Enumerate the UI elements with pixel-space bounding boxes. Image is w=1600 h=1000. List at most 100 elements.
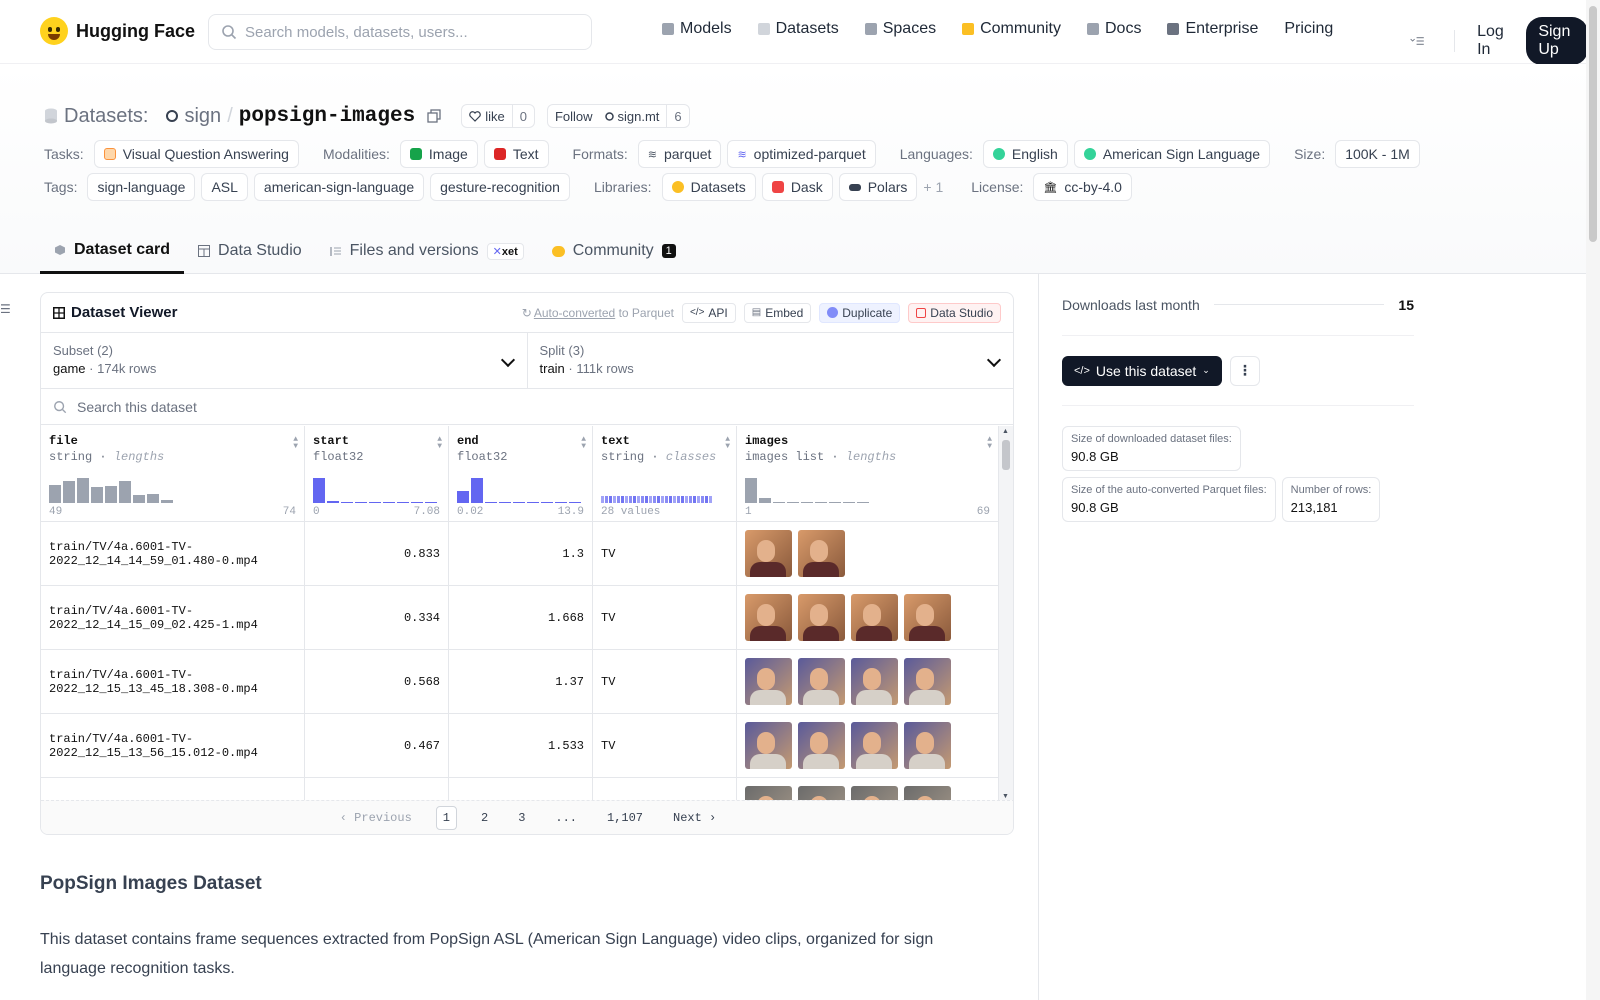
column-header-images[interactable]: images images list · lengths ▲ ▼ 1 69 (737, 426, 999, 521)
cell-start[interactable] (305, 778, 449, 802)
histogram-bar[interactable] (341, 502, 353, 503)
histogram-bar[interactable] (499, 502, 511, 503)
column-histogram[interactable] (457, 475, 581, 503)
library-tag-datasets[interactable]: Datasets (661, 173, 756, 201)
histogram-bar[interactable] (49, 485, 61, 503)
image-thumbnail[interactable] (798, 530, 845, 577)
class-bar[interactable] (637, 496, 640, 503)
class-bar[interactable] (685, 496, 688, 503)
cell-text[interactable] (593, 778, 737, 802)
image-thumbnail[interactable] (851, 722, 898, 769)
copy-icon[interactable] (427, 109, 441, 123)
sort-icon[interactable]: ▲ ▼ (581, 436, 586, 451)
cell-file[interactable]: train/TV/4a.6001-TV-2022_12_14_14_59_01.… (41, 522, 305, 585)
image-thumbnail[interactable] (745, 722, 792, 769)
license-tag[interactable]: 🏛 cc-by-4.0 (1033, 173, 1132, 201)
tab-community[interactable]: Community 1 (538, 228, 690, 274)
cell-text[interactable]: TV (593, 522, 737, 585)
like-button[interactable]: like 0 (461, 104, 535, 128)
modality-tag-image[interactable]: Image (399, 140, 478, 168)
histogram-bar[interactable] (527, 502, 539, 503)
nav-link-pricing[interactable]: Pricing (1284, 20, 1333, 38)
dataset-search-input[interactable] (77, 398, 477, 415)
histogram-bar[interactable] (355, 502, 367, 503)
column-header-text[interactable]: text string · classes ▲ ▼ 28 values (593, 426, 737, 521)
tab-dataset-card[interactable]: Dataset card (40, 228, 185, 274)
histogram-bar[interactable] (105, 486, 117, 503)
histogram-bar[interactable] (369, 502, 381, 503)
nav-link-docs[interactable]: Docs (1087, 20, 1141, 38)
class-bar[interactable] (621, 496, 624, 503)
histogram-bar[interactable] (857, 502, 869, 503)
class-bar[interactable] (641, 496, 644, 503)
table-row[interactable]: train/TV/4a.6001-TV-2022_12_15_13_56_15.… (41, 714, 999, 778)
image-thumbnail[interactable] (798, 658, 845, 705)
page-scrollbar[interactable] (1586, 0, 1600, 1000)
image-thumbnail[interactable] (745, 530, 792, 577)
cell-text[interactable]: TV (593, 650, 737, 713)
table-row[interactable]: train/TV/4a.6001-TV-2022_12_14_15_09_02.… (41, 586, 999, 650)
column-histogram[interactable] (313, 475, 437, 503)
histogram-bar[interactable] (147, 494, 159, 503)
class-bar[interactable] (665, 496, 668, 503)
cell-start[interactable]: 0.334 (305, 586, 449, 649)
histogram-bar[interactable] (843, 502, 855, 503)
histogram-bar[interactable] (787, 502, 799, 503)
cell-images[interactable] (737, 586, 999, 649)
class-bar[interactable] (629, 496, 632, 503)
cell-file[interactable]: train/TV/4a.6001-TV-2022_12_15_13_56_15.… (41, 714, 305, 777)
cell-end[interactable]: 1.37 (449, 650, 593, 713)
cell-file[interactable]: train/TV/4a.6001-TV- (41, 778, 305, 802)
histogram-bar[interactable] (119, 481, 131, 503)
class-bar[interactable] (709, 496, 712, 503)
image-thumbnail[interactable] (798, 722, 845, 769)
cell-start[interactable]: 0.467 (305, 714, 449, 777)
tab-files-and-versions[interactable]: Files and versions ✕xet (316, 228, 538, 274)
histogram-bar[interactable] (133, 495, 145, 503)
table-row[interactable]: train/TV/4a.6001-TV- (41, 778, 999, 802)
auto-converted-link[interactable]: Auto-converted (534, 306, 615, 320)
size-tag[interactable]: 100K - 1M (1335, 140, 1420, 168)
image-thumbnail[interactable] (851, 594, 898, 641)
nav-link-models[interactable]: Models (662, 20, 732, 38)
tag-asl[interactable]: ASL (201, 173, 248, 201)
cell-end[interactable] (449, 778, 593, 802)
class-bar[interactable] (633, 496, 636, 503)
histogram-bar[interactable] (745, 478, 757, 503)
histogram-bar[interactable] (313, 478, 325, 503)
split-selector[interactable]: Split (3) train · 111k rows (526, 333, 1014, 388)
sort-icon[interactable]: ▲ ▼ (293, 436, 298, 451)
class-bar[interactable] (661, 496, 664, 503)
column-header-end[interactable]: end float32 ▲ ▼ 0.02 13.9 (449, 426, 593, 521)
data-studio-button[interactable]: Data Studio (908, 302, 1001, 323)
histogram-bar[interactable] (77, 478, 89, 503)
histogram-bar[interactable] (569, 502, 581, 503)
histogram-bar[interactable] (759, 498, 771, 503)
sort-icon[interactable]: ▲ ▼ (437, 436, 442, 451)
image-thumbnail[interactable] (904, 658, 951, 705)
class-bar[interactable] (669, 496, 672, 503)
dataset-owner[interactable]: sign (184, 105, 221, 128)
column-header-start[interactable]: start float32 ▲ ▼ 0 7.08 (305, 426, 449, 521)
page-3-button[interactable]: 3 (512, 807, 531, 829)
histogram-bar[interactable] (773, 502, 785, 503)
login-link[interactable]: Log In (1477, 23, 1506, 59)
column-histogram[interactable] (745, 475, 869, 503)
dataset-search[interactable] (41, 389, 1013, 425)
histogram-bar[interactable] (63, 481, 75, 503)
use-this-dataset-button[interactable]: </> Use this dataset ⌄ (1062, 355, 1222, 386)
cell-file[interactable]: train/TV/4a.6001-TV-2022_12_15_13_45_18.… (41, 650, 305, 713)
subset-selector[interactable]: Subset (2) game · 174k rows (41, 333, 527, 388)
tab-data-studio[interactable]: Data Studio (184, 228, 316, 274)
column-histogram[interactable] (601, 475, 712, 503)
cell-images[interactable] (737, 778, 999, 802)
format-tag-parquet[interactable]: ≋ parquet (637, 140, 722, 168)
library-tag-polars[interactable]: Polars (838, 173, 918, 201)
histogram-bar[interactable] (485, 502, 497, 503)
histogram-bar[interactable] (425, 502, 437, 503)
histogram-bar[interactable] (161, 500, 173, 503)
tag-american-sign-language[interactable]: american-sign-language (253, 173, 425, 201)
cell-file[interactable]: train/TV/4a.6001-TV-2022_12_14_15_09_02.… (41, 586, 305, 649)
language-tag-english[interactable]: English (982, 140, 1068, 168)
modality-tag-text[interactable]: Text (483, 140, 549, 168)
